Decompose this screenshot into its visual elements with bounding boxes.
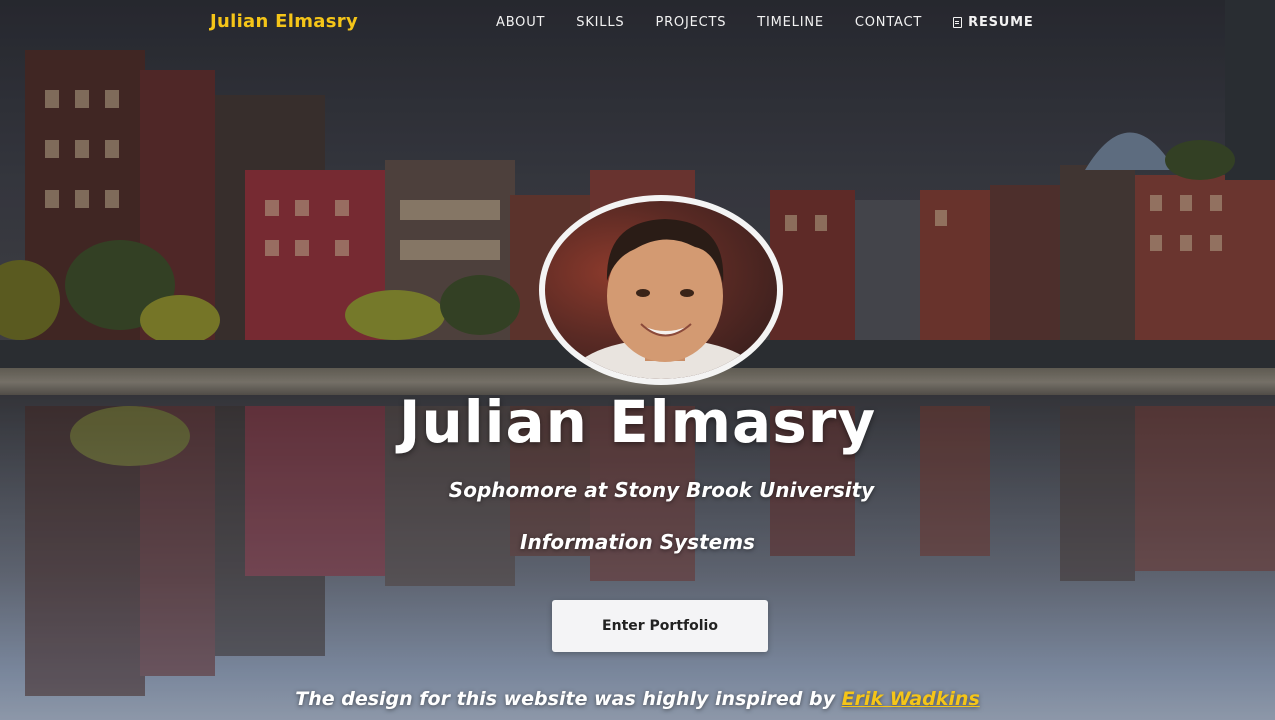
top-navbar: Julian Elmasry ABOUT SKILLS PROJECTS TIM… bbox=[0, 0, 1275, 48]
nav-link-contact[interactable]: CONTACT bbox=[855, 15, 922, 30]
design-credit: The design for this website was highly i… bbox=[0, 688, 1275, 710]
enter-portfolio-button[interactable]: Enter Portfolio bbox=[552, 600, 768, 652]
nav-link-skills[interactable]: SKILLS bbox=[576, 15, 624, 30]
profile-avatar bbox=[539, 195, 783, 385]
hero-name: Julian Elmasry bbox=[398, 388, 877, 456]
nav-link-projects[interactable]: PROJECTS bbox=[655, 15, 726, 30]
document-icon bbox=[953, 17, 963, 28]
nav-link-resume[interactable]: RESUME bbox=[953, 15, 1033, 30]
nav-link-timeline[interactable]: TIMELINE bbox=[757, 15, 824, 30]
nav-links: ABOUT SKILLS PROJECTS TIMELINE CONTACT R… bbox=[496, 15, 1065, 30]
portrait-illustration bbox=[570, 219, 760, 379]
credit-text: The design for this website was highly i… bbox=[295, 688, 842, 710]
resume-label: RESUME bbox=[968, 15, 1034, 30]
credit-author-link[interactable]: Erik Wadkins bbox=[842, 688, 980, 710]
landing-page: Julian Elmasry ABOUT SKILLS PROJECTS TIM… bbox=[0, 0, 1275, 720]
hero-major: Information Systems bbox=[520, 530, 755, 554]
brand-logo[interactable]: Julian Elmasry bbox=[210, 11, 358, 32]
hero-subtitle: Sophomore at Stony Brook University bbox=[448, 478, 875, 502]
nav-link-about[interactable]: ABOUT bbox=[496, 15, 545, 30]
profile-photo bbox=[545, 201, 777, 379]
